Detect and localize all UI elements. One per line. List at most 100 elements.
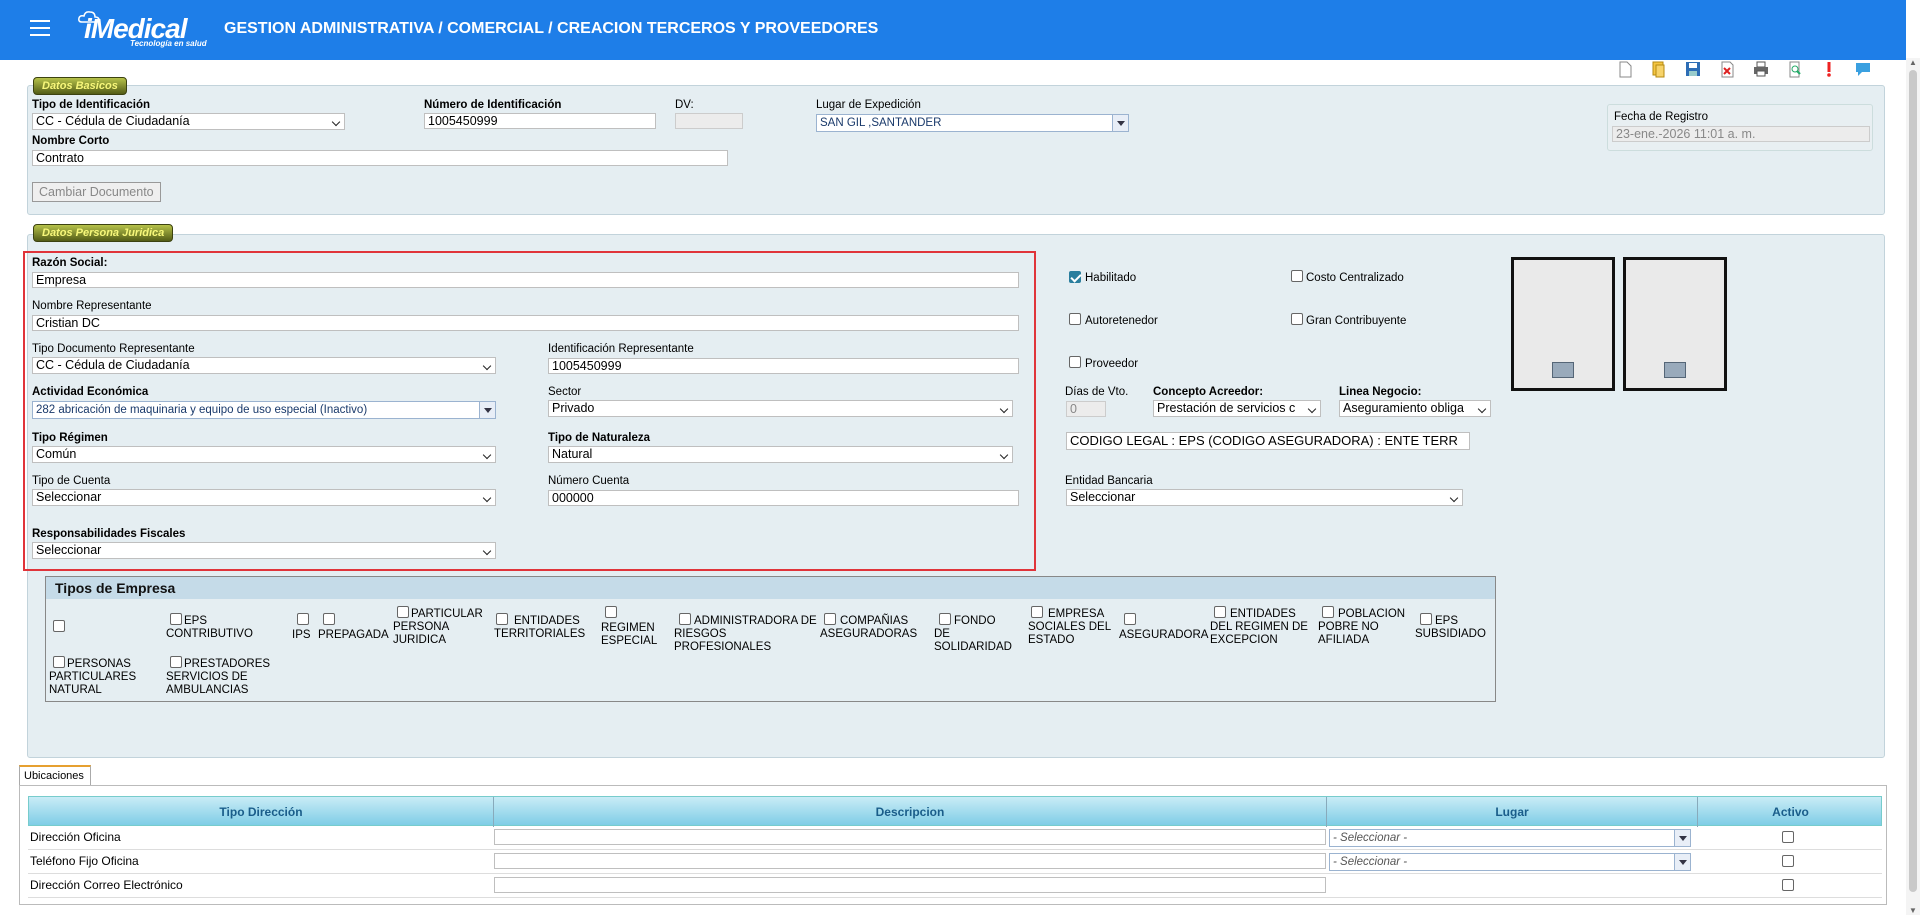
numero-cuenta-input[interactable]: 000000 [548,490,1019,506]
autoretenedor-label: Autoretenedor [1085,315,1158,327]
id-rep-input[interactable]: 1005450999 [548,358,1019,374]
tab-ubicaciones[interactable]: Ubicaciones [19,765,91,785]
fecha-registro-input: 23-ene.-2026 11:01 a. m. [1612,126,1870,142]
entidad-bancaria-label: Entidad Bancaria [1065,475,1153,487]
tipo-naturaleza-select[interactable]: Natural [548,446,1013,463]
actividad-value: 282 abricación de maquinaria y equipo de… [36,404,368,416]
search-document-icon[interactable] [1786,60,1804,78]
lugar-expedicion-combo[interactable]: SAN GIL ,SANTANDER [816,114,1129,132]
hamburger-menu-icon[interactable] [30,20,50,36]
row-lugar-combo[interactable]: - Seleccionar - [1329,829,1691,847]
tipo-empresa-label-2: IPS [292,629,311,641]
tipo-empresa-label-3: PREPAGADA [318,629,389,641]
tipo-empresa-checkbox-0[interactable] [53,620,65,632]
tipo-empresa-label-8: COMPAÑIAS ASEGURADORAS [820,615,918,640]
row-tipo: Teléfono Fijo Oficina [30,854,139,868]
imedical-logo[interactable]: iMedical Tecnología en salud [78,10,208,50]
tipo-empresa-label-7: ADMINISTRADORA DE RIESGOS PROFESIONALES [674,615,817,653]
gran-contribuyente-checkbox[interactable] [1291,313,1303,325]
tipo-id-select[interactable]: CC - Cédula de Ciudadanía [32,113,345,130]
tipo-empresa-label-14: EPS SUBSIDIADO [1415,615,1486,640]
row-lugar-value: - Seleccionar - [1333,832,1408,844]
costo-centralizado-label: Costo Centralizado [1306,272,1404,284]
alert-icon[interactable] [1820,60,1838,78]
row-lugar-value: - Seleccionar - [1333,856,1408,868]
proveedor-checkbox[interactable] [1069,356,1081,368]
razon-social-input[interactable]: Empresa [32,272,1019,288]
habilitado-label: Habilitado [1085,272,1137,284]
tipo-doc-rep-select[interactable]: CC - Cédula de Ciudadanía [32,357,496,374]
scroll-up-icon[interactable]: ▲ [1909,58,1917,67]
actividad-combo[interactable]: 282 abricación de maquinaria y equipo de… [32,401,496,419]
nombre-corto-input[interactable]: Contrato [32,150,728,166]
sector-select[interactable]: Privado [548,400,1013,417]
autoretenedor-checkbox[interactable] [1069,313,1081,325]
chat-icon[interactable] [1854,60,1872,78]
tipo-empresa-label-12: ENTIDADES DEL REGIMEN DE EXCEPCION [1210,608,1308,646]
col-descripcion[interactable]: Descripcion [494,805,1326,819]
image-upload-2[interactable] [1623,257,1727,391]
scroll-down-icon[interactable]: ▼ [1909,906,1917,915]
nombre-representante-input[interactable]: Cristian DC [32,315,1019,331]
tipo-empresa-label-1: EPS CONTRIBUTIVO [166,615,253,640]
fecha-registro-label: Fecha de Registro [1614,111,1708,123]
dias-vto-input[interactable]: 0 [1066,401,1106,417]
tipo-regimen-select[interactable]: Común [32,446,496,463]
habilitado-checkbox[interactable] [1069,271,1081,283]
row-lugar-combo[interactable]: - Seleccionar - [1329,853,1691,871]
delete-document-icon[interactable] [1718,60,1736,78]
dv-input[interactable] [675,113,743,129]
row-descripcion-input[interactable] [494,829,1326,845]
tipo-empresa-label-15: PERSONAS PARTICULARES NATURAL [49,658,137,696]
numero-id-input[interactable]: 1005450999 [424,113,656,129]
vertical-scrollbar[interactable]: ▲ ▼ [1906,58,1920,915]
row-tipo: Dirección Oficina [30,830,121,844]
image-placeholder-icon [1664,362,1686,378]
top-bar: iMedical Tecnología en salud GESTION ADM… [0,0,1906,60]
new-document-icon[interactable] [1616,60,1634,78]
scrollbar-thumb[interactable] [1909,70,1917,892]
cambiar-documento-button[interactable]: Cambiar Documento [32,182,161,202]
chevron-down-icon[interactable] [1112,115,1128,131]
razon-social-label: Razón Social: [32,257,108,269]
costo-centralizado-checkbox[interactable] [1291,270,1303,282]
tipos-empresa-title: Tipos de Empresa [46,577,1495,599]
grid-header: Tipo Dirección Descripcion Lugar Activo [28,796,1883,827]
codigo-legal-field: CODIGO LEGAL : EPS (CODIGO ASEGURADORA) … [1066,432,1470,450]
tipo-cuenta-select[interactable]: Seleccionar [32,489,496,506]
breadcrumb: GESTION ADMINISTRATIVA / COMERCIAL / CRE… [224,20,879,37]
col-activo[interactable]: Activo [1698,805,1883,819]
table-row: Dirección Oficina - Seleccionar - [28,826,1882,850]
concepto-acreedor-select[interactable]: Prestación de servicios c [1153,400,1321,417]
save-icon[interactable] [1684,60,1702,78]
toolbar [1616,58,1872,80]
tipo-empresa-checkbox-3[interactable] [323,613,335,625]
row-descripcion-input[interactable] [494,877,1326,893]
tipo-empresa-label-6: REGIMEN ESPECIAL [601,622,658,647]
open-folder-icon[interactable] [1650,60,1668,78]
tipo-empresa-label-5: ENTIDADES TERRITORIALES [494,615,586,640]
table-row: Dirección Correo Electrónico [28,874,1882,898]
chevron-down-icon[interactable] [1674,854,1690,870]
row-activo-checkbox[interactable] [1782,879,1794,891]
col-tipo-direccion[interactable]: Tipo Dirección [29,805,493,819]
print-icon[interactable] [1752,60,1770,78]
col-lugar[interactable]: Lugar [1327,805,1697,819]
row-activo-checkbox[interactable] [1782,831,1794,843]
resp-fiscales-select[interactable]: Seleccionar [32,542,496,559]
row-descripcion-input[interactable] [494,853,1326,869]
tipo-cuenta-label: Tipo de Cuenta [32,475,111,487]
linea-negocio-select[interactable]: Aseguramiento obliga [1339,400,1491,417]
nombre-representante-label: Nombre Representante [32,300,152,312]
tipo-empresa-checkbox-11[interactable] [1124,613,1136,625]
dv-label: DV: [675,99,694,111]
row-activo-checkbox[interactable] [1782,855,1794,867]
chevron-down-icon[interactable] [1674,830,1690,846]
tipo-empresa-checkbox-2[interactable] [297,613,309,625]
image-upload-1[interactable] [1511,257,1615,391]
tipo-empresa-label-16: PRESTADORES SERVICIOS DE AMBULANCIAS [166,658,271,696]
chevron-down-icon[interactable] [479,402,495,418]
entidad-bancaria-select[interactable]: Seleccionar [1066,489,1463,506]
tipo-empresa-checkbox-6[interactable] [605,606,617,618]
id-rep-label: Identificación Representante [548,343,694,355]
